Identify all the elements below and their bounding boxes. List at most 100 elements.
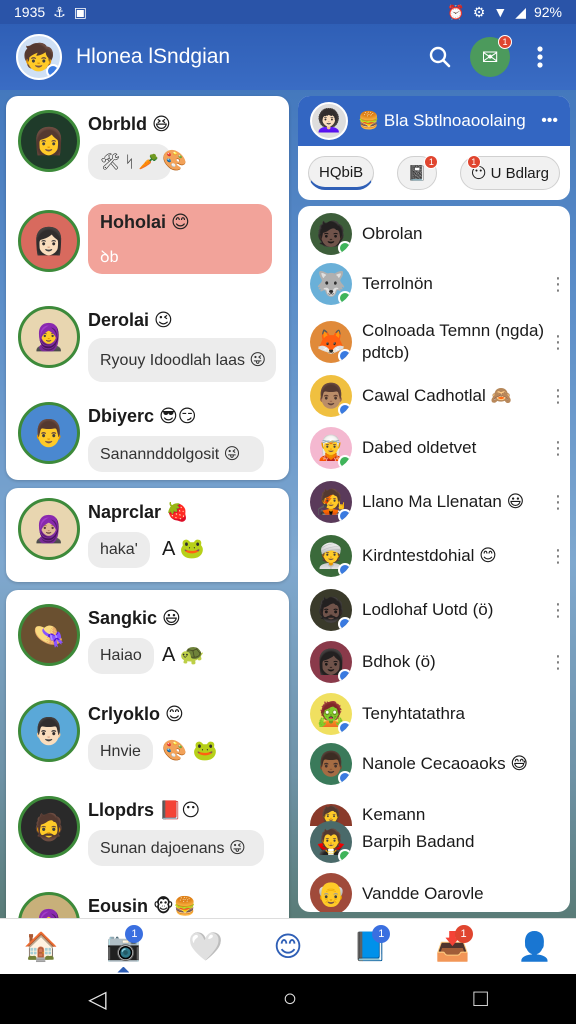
nav-badge: 1 bbox=[372, 924, 391, 943]
contact-item[interactable]: 🧟 Tenyhtatathra bbox=[298, 688, 570, 740]
avatar: 👩🏿 bbox=[310, 641, 352, 683]
contact-name: Bdhok (ö) bbox=[362, 652, 436, 671]
chat-item[interactable]: 👩 Obrbld 😆 🛠 ᛋ 🥕 🎨 bbox=[6, 96, 289, 192]
contact-name: Nanole Cecaoaoks 😅 bbox=[362, 754, 529, 773]
tab-all[interactable]: HQbiB bbox=[308, 156, 375, 190]
nav-camera[interactable]: 📷 1 bbox=[93, 923, 153, 971]
message-preview: Hnvie bbox=[88, 734, 153, 770]
message-preview: Ryouy Idoodlah laas 😜 bbox=[88, 338, 276, 382]
contact-item[interactable]: 👳 Kirdntestdohial 😊 ⋮ bbox=[298, 530, 570, 582]
contact-more-icon[interactable]: ⋮ bbox=[546, 546, 570, 567]
tab-bdlarg[interactable]: 😶 U Bdlarg 1 bbox=[459, 155, 560, 190]
message-preview: haka' bbox=[88, 532, 150, 568]
contact-item[interactable]: 👨🏾 Nanole Cecaoaoks 😅 bbox=[298, 738, 570, 790]
contact-more-icon[interactable]: ⋮ bbox=[546, 652, 570, 673]
more-vertical-icon bbox=[537, 46, 543, 68]
system-navigation: ◁ ○ □ bbox=[0, 974, 576, 1024]
back-icon[interactable]: ◁ bbox=[88, 985, 106, 1014]
nav-profile[interactable]: 👤 bbox=[505, 923, 565, 971]
nav-badge: 1 bbox=[125, 924, 144, 943]
nav-book[interactable]: 📘 1 bbox=[340, 923, 400, 971]
contact-item[interactable]: 🧛 Barpih Badand bbox=[298, 816, 570, 868]
nav-heart[interactable]: 🤍 bbox=[176, 923, 236, 971]
chat-name: Sangkic 😃 bbox=[88, 608, 181, 628]
contact-name: Kirdntestdohial 😊 bbox=[362, 546, 497, 565]
notebook-icon: 📓 bbox=[407, 165, 427, 182]
home-circle-icon[interactable]: ○ bbox=[283, 985, 298, 1013]
message-preview: 🛠 ᛋ 🥕 bbox=[88, 144, 171, 180]
profile-avatar[interactable]: 🧒 bbox=[16, 34, 62, 80]
online-status bbox=[338, 849, 352, 863]
contact-more-icon[interactable]: ⋮ bbox=[546, 274, 570, 295]
home-icon: 🏠 bbox=[23, 931, 59, 962]
chat-name: Dbiyerc 😎😏 bbox=[88, 406, 197, 426]
online-status bbox=[338, 403, 352, 417]
message-preview: Sunan dajoenans 😜 bbox=[88, 830, 264, 866]
contact-name: Barpih Badand bbox=[362, 832, 475, 851]
chat-item[interactable]: 🧕 Derolai 😉 Ryouy Idoodlah laas 😜 bbox=[6, 292, 289, 388]
online-status bbox=[338, 349, 352, 363]
overflow-menu-button[interactable] bbox=[520, 37, 560, 77]
avatar: 👩🏻 bbox=[18, 210, 80, 272]
avatar: 🐺 bbox=[310, 263, 352, 305]
chat-item[interactable]: 🧔 Llopdrs 📕😶 Sunan dajoenans 😜 bbox=[6, 782, 289, 878]
avatar: 🧝 bbox=[310, 427, 352, 469]
group-more-button[interactable]: ••• bbox=[541, 112, 558, 130]
chat-item[interactable]: 👩🏻 Hoholai 😊 ꝺb bbox=[6, 196, 289, 292]
contact-item[interactable]: 👩🏿 Bdhok (ö) ⋮ bbox=[298, 636, 570, 688]
contact-item[interactable]: 🧝 Dabed oldetvet ⋮ bbox=[298, 422, 570, 474]
avatar: 👨🏻 bbox=[18, 700, 80, 762]
online-status bbox=[338, 509, 352, 523]
chat-name: Llopdrs 📕😶 bbox=[88, 800, 201, 820]
message-preview-highlight: Hoholai 😊 ꝺb bbox=[88, 204, 272, 274]
avatar: 🧔🏿 bbox=[310, 589, 352, 631]
contact-more-icon[interactable]: ⋮ bbox=[546, 438, 570, 459]
chat-name: Hoholai 😊 bbox=[100, 212, 190, 232]
contact-item[interactable]: 🧑🏿 Obrolan bbox=[298, 208, 570, 260]
avatar: 👨🏽 bbox=[310, 375, 352, 417]
avatar: 🧛 bbox=[310, 821, 352, 863]
palette-icon: 🎨 bbox=[162, 150, 187, 172]
recent-apps-icon[interactable]: □ bbox=[473, 985, 488, 1013]
search-icon bbox=[429, 46, 451, 68]
avatar: 👳 bbox=[310, 535, 352, 577]
nav-home[interactable]: 🏠 bbox=[11, 923, 71, 971]
contact-item[interactable]: 🧑‍🎤 Llano Ma Llenatan 😃 ⋮ bbox=[298, 476, 570, 528]
nav-inbox[interactable]: 📥 1 bbox=[423, 923, 483, 971]
avatar: 🧑‍🎤 bbox=[310, 481, 352, 523]
contact-item[interactable]: 🧔🏿 Lodlohaf Uotd (ö) ⋮ bbox=[298, 584, 570, 636]
chat-item[interactable]: 👨 Dbiyerc 😎😏 Sanannddolgosit 😜 bbox=[6, 388, 289, 484]
contact-item[interactable]: 👴 Vandde Oarovle bbox=[298, 868, 570, 912]
contact-more-icon[interactable]: ⋮ bbox=[546, 600, 570, 621]
chat-name: Obrbld 😆 bbox=[88, 114, 171, 134]
avatar: 👨🏾 bbox=[310, 743, 352, 785]
online-status bbox=[338, 563, 352, 577]
contact-name: Colnoada Temnn (ngda) pdtcb) bbox=[362, 321, 545, 362]
nav-smile[interactable]: 😊 bbox=[258, 923, 318, 971]
online-status bbox=[338, 771, 352, 785]
app-title: Hlonea lSndgian bbox=[76, 45, 231, 68]
app-bar: 🧒 Hlonea lSndgian ✉ 1 bbox=[0, 24, 576, 90]
contact-more-icon[interactable]: ⋮ bbox=[546, 332, 570, 353]
chat-item[interactable]: 👒 Sangkic 😃 Haiao A 🐢 bbox=[6, 590, 289, 686]
chat-item[interactable]: 👨🏻 Crlyoklo 😊 Hnvie 🎨 🐸 bbox=[6, 686, 289, 782]
contact-more-icon[interactable]: ⋮ bbox=[546, 492, 570, 513]
avatar: 🧟 bbox=[310, 693, 352, 735]
contact-item[interactable]: 👨🏽 Cawal Cadhotlal 🙈 ⋮ bbox=[298, 370, 570, 422]
avatar: 🧔 bbox=[18, 796, 80, 858]
search-button[interactable] bbox=[420, 37, 460, 77]
contact-item[interactable]: 🐺 Terrolnön ⋮ bbox=[298, 258, 570, 310]
chat-item[interactable]: 🧕🏼 Naprclar 🍓 haka' A 🐸 bbox=[6, 484, 289, 580]
group-avatar[interactable]: 👩🏻‍🦱 bbox=[310, 102, 348, 140]
contact-more-icon[interactable]: ⋮ bbox=[546, 386, 570, 407]
tab-label: HQbiB bbox=[319, 163, 364, 181]
message-preview: Haiao bbox=[88, 638, 154, 674]
contact-name: Obrolan bbox=[362, 224, 423, 243]
messages-button[interactable]: ✉ 1 bbox=[470, 35, 512, 77]
contact-name: Llano Ma Llenatan 😃 bbox=[362, 492, 525, 511]
chat-group-card-2: 🧕🏼 Naprclar 🍓 haka' A 🐸 bbox=[6, 488, 289, 582]
avatar: 👴 bbox=[310, 873, 352, 912]
status-bar: 1935 ⚓ ▣ ⏰ ⚙ ▼ ◢ 92% bbox=[0, 0, 576, 24]
contact-item[interactable]: 🦊 Colnoada Temnn (ngda) pdtcb) ⋮ bbox=[298, 312, 570, 372]
tab-notes[interactable]: 📓 1 bbox=[396, 155, 439, 190]
